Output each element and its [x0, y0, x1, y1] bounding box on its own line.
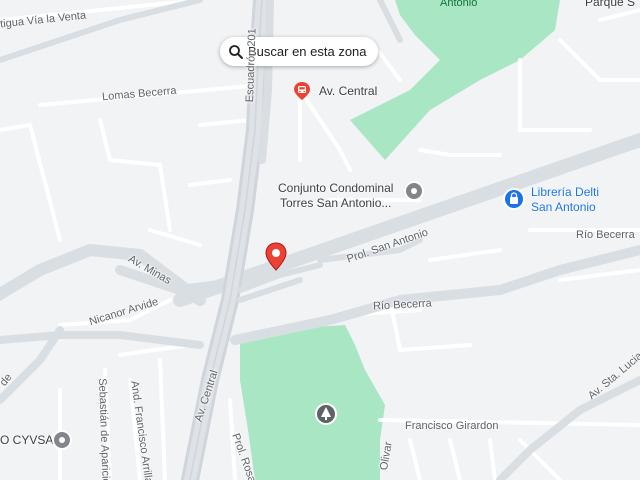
train-icon	[294, 82, 310, 100]
metro-station-label: Av. Central	[319, 84, 378, 98]
condominio-label: Conjunto Condominal Torres San Antonio..…	[278, 181, 393, 211]
street-label-rio-becerra-right: Río Becerra	[576, 229, 635, 241]
search-area-button[interactable]: Buscar en esta zona	[220, 37, 378, 66]
cyvsa-label: O CYVSA	[0, 433, 54, 447]
place-icon[interactable]	[404, 181, 424, 201]
tree-icon[interactable]	[315, 403, 337, 425]
park-label-top-right: Parque S	[585, 0, 636, 9]
shopping-bag-icon[interactable]	[503, 188, 525, 210]
park-top	[350, 0, 560, 160]
street-label-escuadron: Escuadrón 201	[244, 28, 259, 103]
park-label-top: Antonio	[440, 0, 478, 9]
libreria-label: Librería Delti San Antonio	[531, 185, 599, 215]
condominio-line1: Conjunto Condominal	[278, 181, 394, 195]
place-icon[interactable]	[52, 430, 72, 450]
libreria-line2: San Antonio	[531, 200, 596, 214]
metro-station-poi[interactable]: Av. Central	[292, 81, 382, 101]
condominio-line2: Torres San Antonio...	[280, 196, 392, 210]
search-area-label: Buscar en esta zona	[248, 44, 367, 59]
location-pin-icon[interactable]	[264, 242, 288, 272]
street-label-francisco-girardon: Francisco Girardon	[405, 420, 499, 432]
libreria-line1: Librería Delti	[531, 185, 600, 199]
park-bottom	[240, 325, 385, 480]
search-icon	[229, 44, 243, 59]
map-canvas[interactable]: Buscar en esta zona tigua Vía la Venta E…	[0, 0, 640, 480]
